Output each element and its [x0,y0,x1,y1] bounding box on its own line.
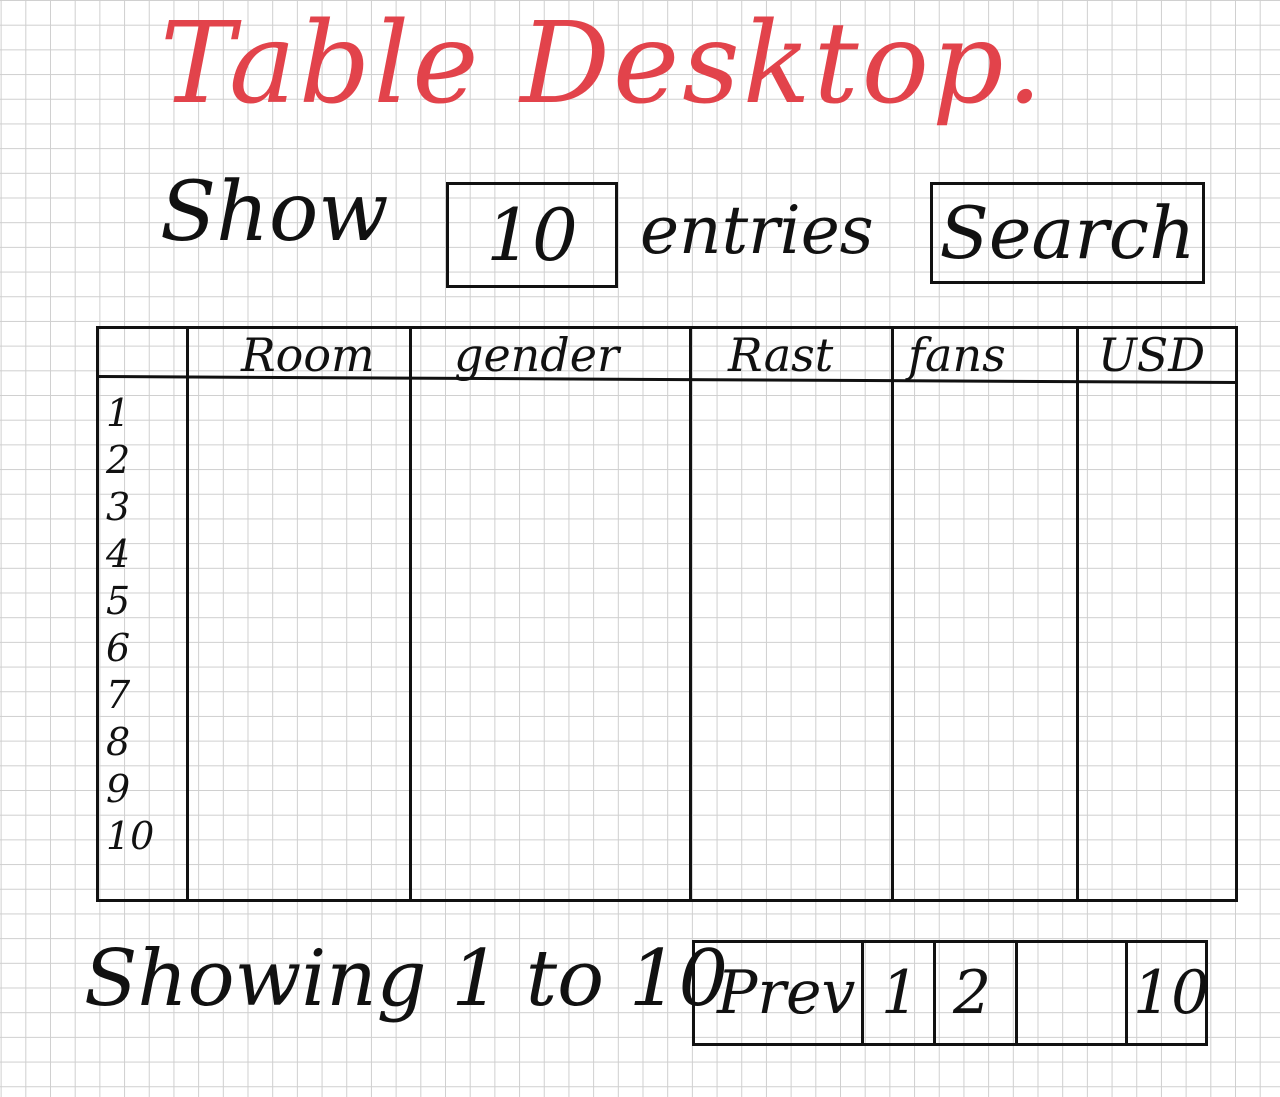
data-table: Room gender Rast fans USD 1 2 3 4 5 6 7 … [95,326,1238,902]
row-number: 2 [106,438,131,482]
search-input[interactable]: Search [930,182,1205,284]
row-number: 5 [106,579,131,623]
pagination-divider [861,943,864,1043]
row-number: 3 [106,485,131,529]
column-divider [409,326,412,902]
column-divider [689,326,692,902]
row-number: 1 [106,391,131,435]
row-number: 4 [106,532,131,576]
row-number: 7 [106,673,131,717]
row-number: 10 [106,814,155,858]
pagination-divider [1015,943,1018,1043]
pagination-prev-button[interactable]: Prev [717,943,855,1043]
column-divider [891,326,894,902]
pagination-page-1[interactable]: 1 [881,943,919,1043]
column-header-room[interactable]: Room [241,332,375,378]
column-divider [1076,326,1079,902]
column-header-rast[interactable]: Rast [728,332,833,378]
pagination-page-10[interactable]: 10 [1133,943,1209,1043]
column-header-fans[interactable]: fans [908,332,1006,378]
column-header-gender[interactable]: gender [454,332,619,378]
page-title: Table Desktop. [160,0,1046,129]
pagination-divider [1125,943,1128,1043]
row-number: 8 [106,720,131,764]
table-frame [96,326,1238,902]
pagination-page-2[interactable]: 2 [953,943,991,1043]
entries-label: entries [640,192,874,269]
show-label: Show [160,165,389,260]
pagination-divider [933,943,936,1043]
row-number: 9 [106,767,131,811]
column-divider [186,326,189,902]
table-info: Showing 1 to 10 [84,934,729,1024]
row-number: 6 [106,626,131,670]
pagination: Prev 1 2 10 [692,940,1209,1046]
entries-select[interactable]: 10 [446,182,618,288]
row-number-list: 1 2 3 4 5 6 7 8 9 10 [106,390,154,860]
column-header-usd[interactable]: USD [1098,332,1205,378]
